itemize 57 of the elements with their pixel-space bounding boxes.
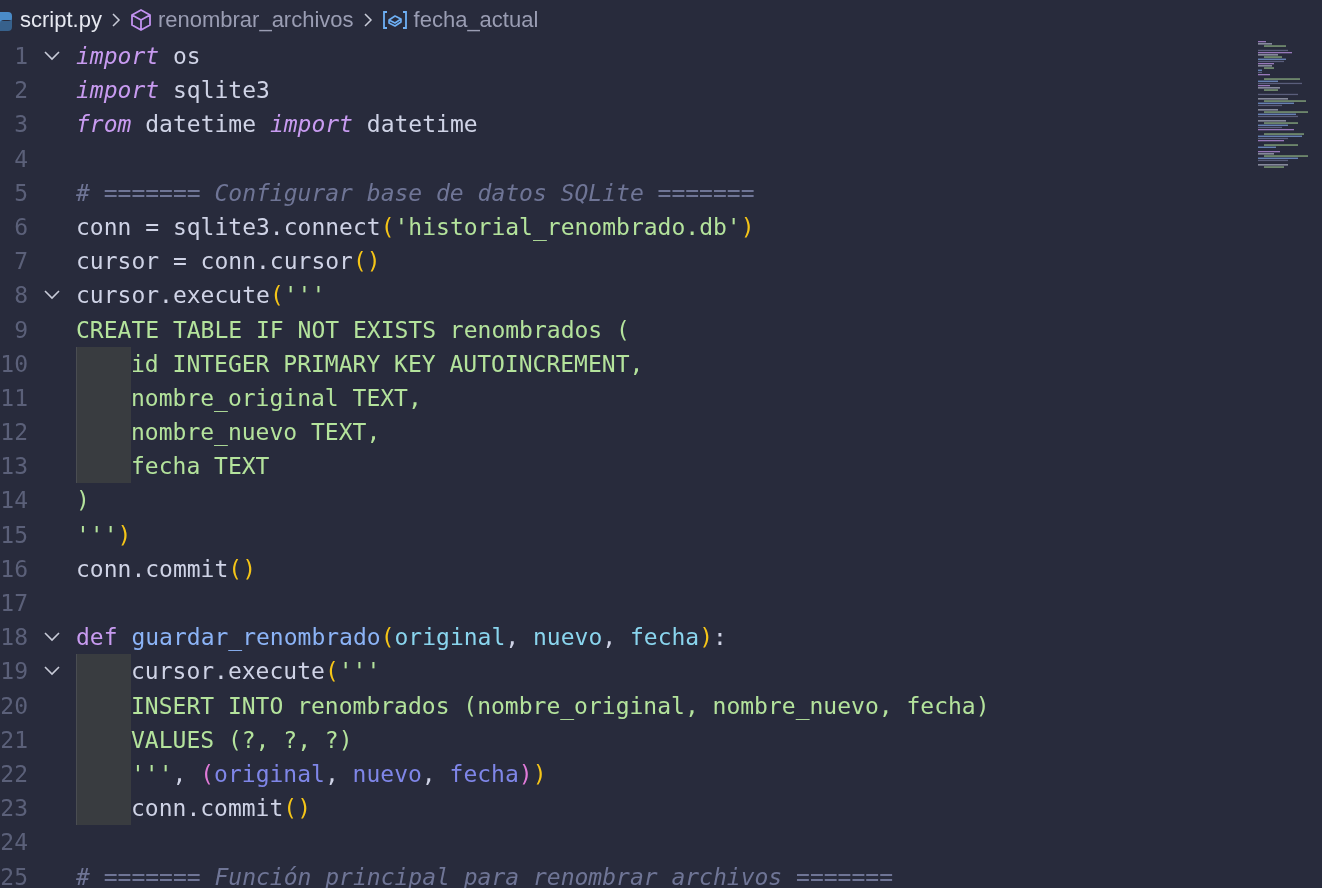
code-line: cursor = conn.cursor() — [76, 247, 381, 277]
code-line: INSERT INTO renombrados (nombre_original, nombre_nuevo, fecha) — [131, 691, 990, 722]
code-comment: # ======= Configurar base de datos SQLite ======= — [76, 178, 755, 208]
line-number: 18 — [0, 623, 28, 653]
code-line: nombre_original TEXT, — [131, 383, 422, 414]
line-number: 1 — [13, 42, 28, 71]
line-number: 6 — [13, 212, 28, 242]
line-number: 12 — [0, 418, 28, 448]
line-number: 2 — [13, 76, 28, 106]
fold-chevron-icon[interactable] — [43, 665, 61, 678]
code-line: cursor.execute(''' — [131, 657, 381, 687]
code-line: conn = sqlite3.connect('historial_renombrado.db') — [76, 212, 755, 243]
code-line: id INTEGER PRIMARY KEY AUTOINCREMENT, — [131, 349, 644, 379]
line-number: 25 — [0, 862, 28, 888]
chevron-icon — [109, 10, 122, 29]
chevron-icon — [361, 10, 374, 29]
breadcrumb-item[interactable]: script.py — [20, 6, 102, 33]
line-number: 5 — [13, 178, 28, 208]
line-number: 13 — [0, 452, 28, 482]
code-line: ''') — [76, 520, 132, 550]
code-line: def guardar_renombrado(original, nuevo, fecha): — [76, 623, 727, 653]
line-number: 4 — [13, 144, 28, 174]
code-line: import sqlite3 — [76, 76, 270, 106]
line-number: 24 — [0, 828, 28, 858]
line-number: 14 — [0, 486, 28, 516]
line-number: 7 — [13, 247, 28, 277]
code-line: fecha TEXT — [131, 452, 270, 482]
line-number: 23 — [0, 794, 28, 824]
code-line: import os — [76, 42, 201, 71]
code-line: VALUES (?, ?, ?) — [131, 725, 353, 755]
code-line: conn.commit() — [76, 554, 257, 584]
line-number: 19 — [0, 657, 28, 687]
cube-icon — [129, 7, 152, 32]
fold-chevron-icon[interactable] — [43, 50, 61, 63]
line-number: 15 — [0, 520, 28, 550]
line-number: 3 — [13, 110, 28, 140]
line-number: 22 — [0, 759, 28, 789]
code-line: ) — [76, 486, 90, 516]
code-line: conn.commit() — [131, 794, 312, 824]
line-number: 11 — [0, 383, 28, 413]
breadcrumb-item[interactable]: renombrar_archivos — [157, 6, 354, 33]
line-number: 21 — [0, 725, 28, 755]
variable-icon — [381, 9, 408, 30]
line-number: 10 — [0, 349, 28, 379]
line-number: 16 — [0, 554, 28, 584]
breadcrumb-item[interactable]: fecha_actual — [413, 6, 539, 33]
code-line: ''', (original, nuevo, fecha)) — [131, 759, 547, 789]
line-number: 20 — [0, 691, 28, 721]
fold-chevron-icon[interactable] — [43, 289, 61, 302]
line-number: 9 — [13, 315, 28, 345]
line-number: 17 — [0, 589, 28, 618]
code-line: nombre_nuevo TEXT, — [131, 418, 381, 448]
code-line: CREATE TABLE IF NOT EXISTS renombrados ( — [76, 315, 630, 345]
code-line: cursor.execute(''' — [76, 281, 326, 311]
line-number: 8 — [13, 281, 28, 311]
code-line: from datetime import datetime — [76, 110, 478, 140]
fold-chevron-icon[interactable] — [43, 631, 61, 644]
